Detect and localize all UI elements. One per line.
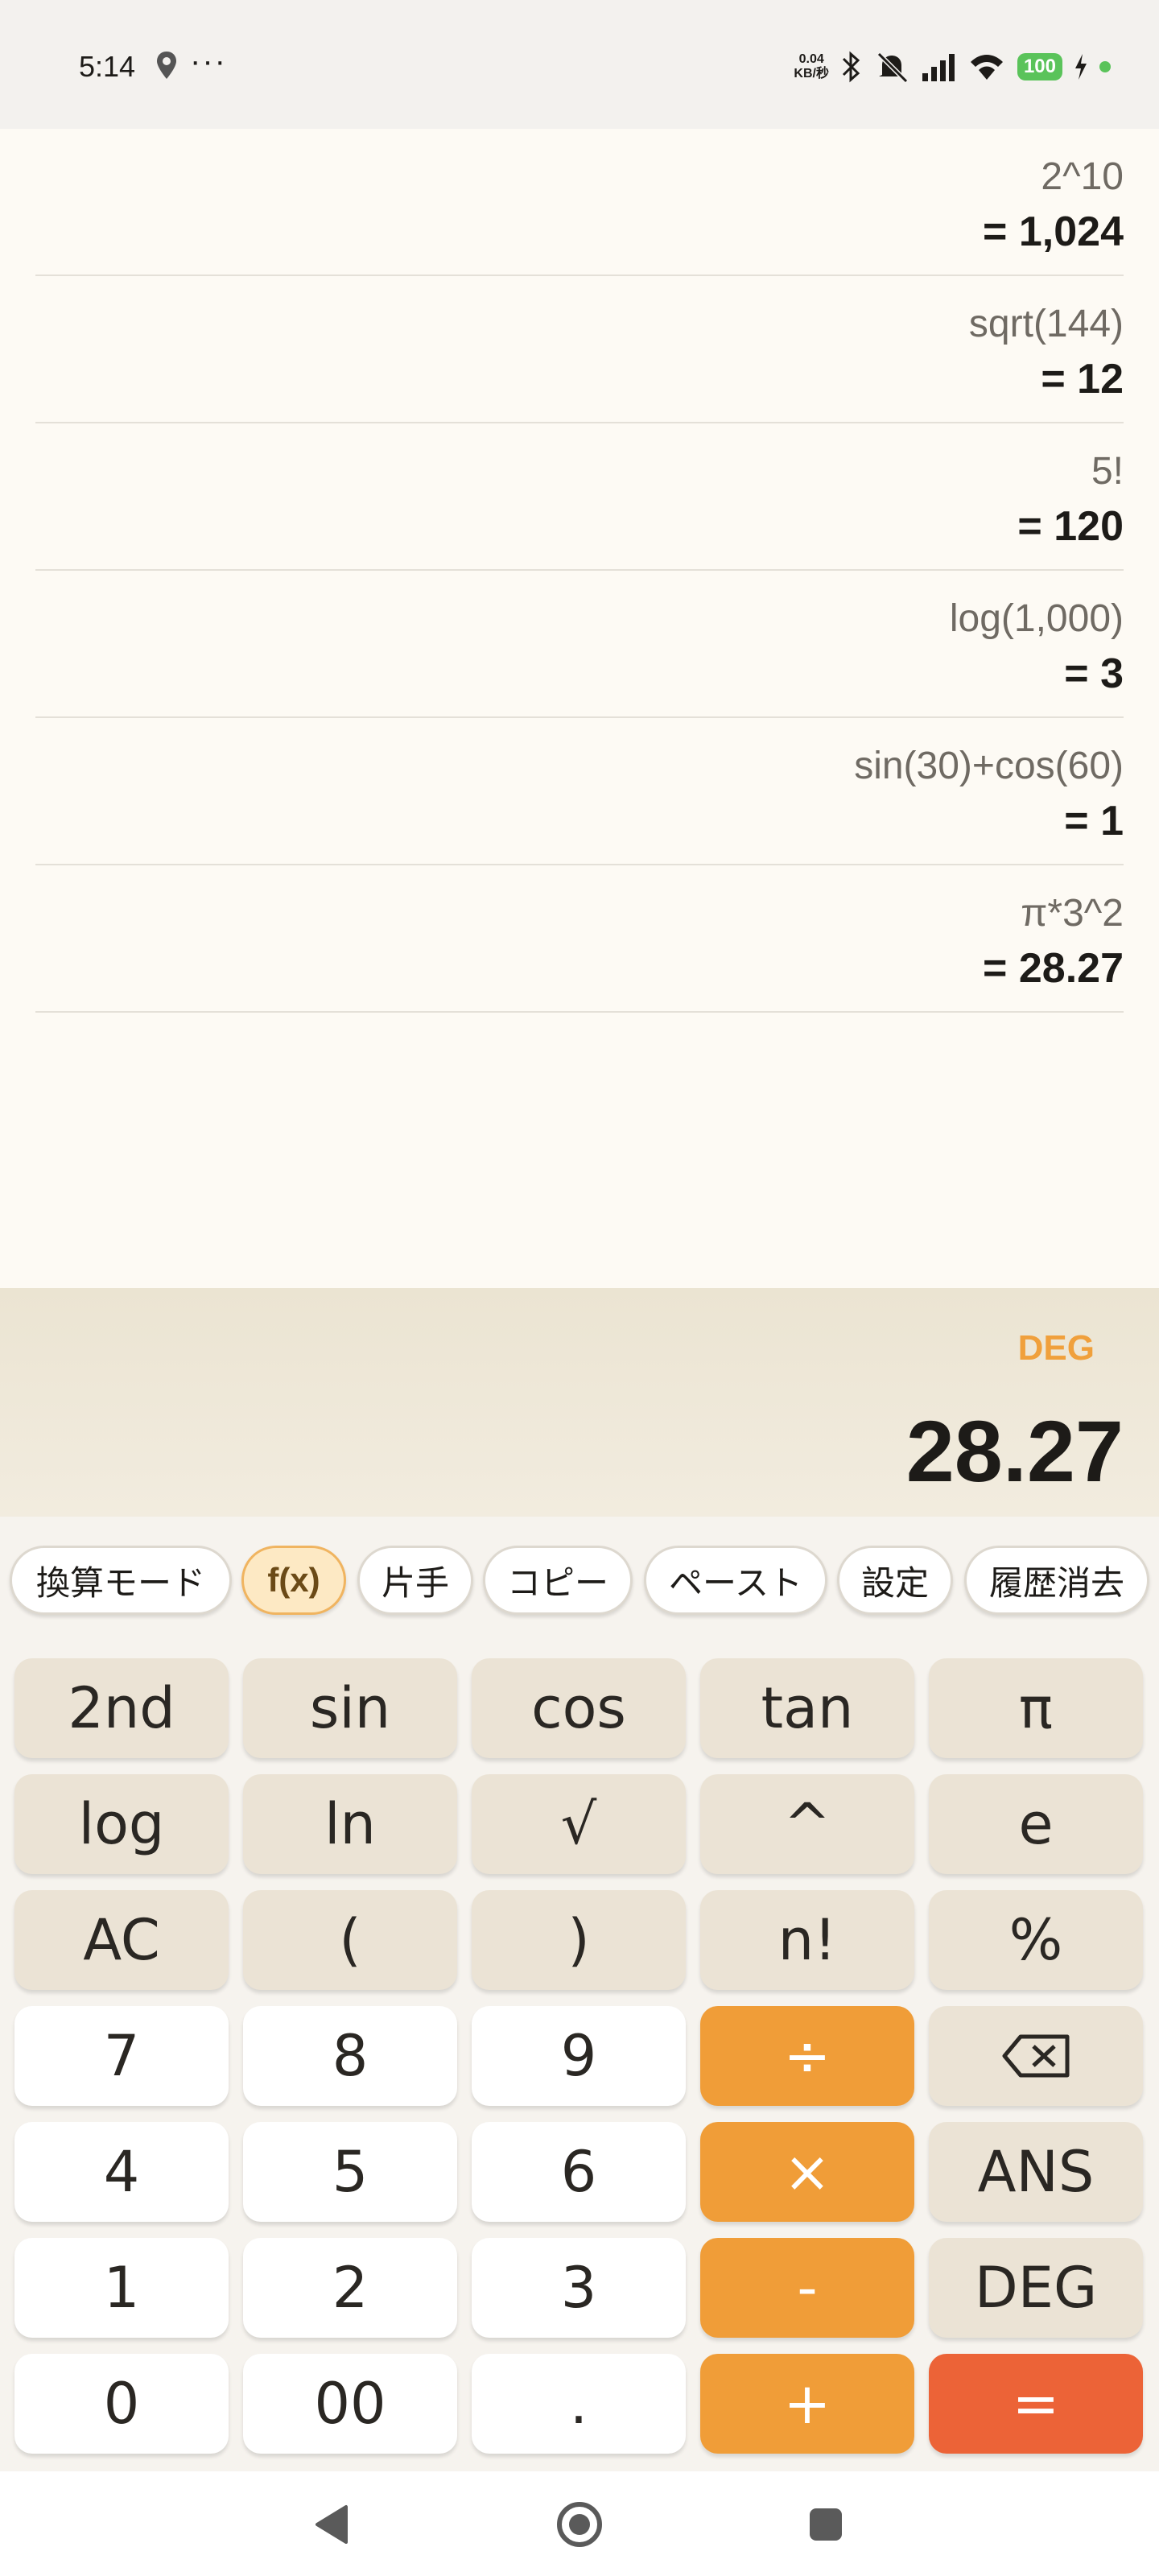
- angle-mode-key[interactable]: DEG: [929, 2238, 1143, 2338]
- back-icon[interactable]: [314, 2504, 351, 2545]
- one-hand-button[interactable]: 片手: [357, 1546, 473, 1615]
- sin-key[interactable]: sin: [243, 1658, 457, 1758]
- recent-apps-icon[interactable]: [810, 2508, 842, 2541]
- toolbar: 換算モード f(x) 片手 コピー ペースト 設定 履歴消去: [0, 1517, 1159, 1645]
- status-bar: 5:14 ··· 0.04 KB/秒 100: [0, 0, 1159, 129]
- history-result: = 3: [1064, 650, 1124, 697]
- history-result: = 12: [1041, 356, 1124, 402]
- history-result: = 1: [1064, 798, 1124, 844]
- clear-history-button[interactable]: 履歴消去: [964, 1546, 1149, 1615]
- navigation-bar: [0, 2471, 1159, 2576]
- network-speed-unit: KB/秒: [794, 67, 829, 80]
- digit-9-key[interactable]: 9: [472, 2006, 686, 2106]
- cos-key[interactable]: cos: [472, 1658, 686, 1758]
- tan-key[interactable]: tan: [700, 1658, 914, 1758]
- percent-key[interactable]: %: [929, 1890, 1143, 1990]
- digit-6-key[interactable]: 6: [472, 2122, 686, 2222]
- backspace-key[interactable]: [929, 2006, 1143, 2106]
- mute-icon: [876, 52, 909, 83]
- history-item[interactable]: 2^10 = 1,024: [35, 129, 1124, 276]
- left-paren-key[interactable]: (: [243, 1890, 457, 1990]
- multiply-key[interactable]: ×: [700, 2122, 914, 2222]
- keypad: 2nd sin cos tan π log ln √ ^ e AC ( ) n!…: [0, 1645, 1159, 2471]
- history-item[interactable]: 5! = 120: [35, 423, 1124, 571]
- second-function-key[interactable]: 2nd: [14, 1658, 229, 1758]
- power-key[interactable]: ^: [700, 1774, 914, 1874]
- minus-key[interactable]: -: [700, 2238, 914, 2338]
- notification-dot: [1099, 61, 1111, 72]
- history-expression: sin(30)+cos(60): [854, 745, 1124, 787]
- history-result: = 120: [1017, 503, 1124, 550]
- backspace-icon: [1002, 2034, 1070, 2078]
- angle-mode-indicator: DEG: [1017, 1328, 1095, 1368]
- digit-7-key[interactable]: 7: [14, 2006, 229, 2106]
- history-expression: 2^10: [1041, 155, 1124, 198]
- answer-key[interactable]: ANS: [929, 2122, 1143, 2222]
- history-result: = 28.27: [983, 945, 1124, 992]
- digit-3-key[interactable]: 3: [472, 2238, 686, 2338]
- history-expression: log(1,000): [949, 597, 1124, 640]
- home-icon[interactable]: [557, 2502, 602, 2547]
- more-notifications-icon: ···: [190, 43, 227, 79]
- factorial-key[interactable]: n!: [700, 1890, 914, 1990]
- wifi-icon: [970, 55, 1003, 80]
- bluetooth-icon: [842, 51, 860, 83]
- ln-key[interactable]: ln: [243, 1774, 457, 1874]
- battery-indicator: 100: [1017, 53, 1062, 80]
- cellular-signal-icon: [922, 54, 955, 81]
- equals-key[interactable]: =: [929, 2354, 1143, 2454]
- history-list[interactable]: 2^10 = 1,024 sqrt(144) = 12 5! = 120 log…: [0, 129, 1159, 1288]
- right-paren-key[interactable]: ): [472, 1890, 686, 1990]
- main-result: 28.27: [905, 1402, 1124, 1500]
- plus-key[interactable]: +: [700, 2354, 914, 2454]
- all-clear-key[interactable]: AC: [14, 1890, 229, 1990]
- settings-button[interactable]: 設定: [837, 1546, 953, 1615]
- paste-button[interactable]: ペースト: [644, 1546, 827, 1615]
- digit-0-key[interactable]: 0: [14, 2354, 229, 2454]
- status-time: 5:14: [79, 50, 136, 83]
- status-icons: 0.04 KB/秒 100: [794, 47, 1111, 87]
- result-display: DEG 28.27: [0, 1288, 1159, 1517]
- digit-1-key[interactable]: 1: [14, 2238, 229, 2338]
- history-item[interactable]: sin(30)+cos(60) = 1: [35, 718, 1124, 865]
- location-icon: [157, 52, 176, 79]
- network-speed-value: 0.04: [798, 52, 824, 66]
- fx-button[interactable]: f(x): [241, 1546, 346, 1615]
- history-item[interactable]: sqrt(144) = 12: [35, 276, 1124, 423]
- double-zero-key[interactable]: 00: [243, 2354, 457, 2454]
- history-item[interactable]: log(1,000) = 3: [35, 571, 1124, 718]
- history-result: = 1,024: [983, 208, 1124, 255]
- decimal-key[interactable]: .: [472, 2354, 686, 2454]
- history-expression: π*3^2: [1021, 892, 1124, 935]
- history-expression: 5!: [1091, 450, 1124, 493]
- divide-key[interactable]: ÷: [700, 2006, 914, 2106]
- history-expression: sqrt(144): [968, 303, 1124, 345]
- network-speed: 0.04 KB/秒: [794, 52, 829, 81]
- charging-icon: [1075, 54, 1087, 80]
- conversion-mode-button[interactable]: 換算モード: [10, 1546, 232, 1615]
- log-key[interactable]: log: [14, 1774, 229, 1874]
- copy-button[interactable]: コピー: [483, 1546, 633, 1615]
- e-key[interactable]: e: [929, 1774, 1143, 1874]
- digit-8-key[interactable]: 8: [243, 2006, 457, 2106]
- digit-5-key[interactable]: 5: [243, 2122, 457, 2222]
- pi-key[interactable]: π: [929, 1658, 1143, 1758]
- history-item[interactable]: π*3^2 = 28.27: [35, 865, 1124, 1013]
- digit-4-key[interactable]: 4: [14, 2122, 229, 2222]
- digit-2-key[interactable]: 2: [243, 2238, 457, 2338]
- sqrt-key[interactable]: √: [472, 1774, 686, 1874]
